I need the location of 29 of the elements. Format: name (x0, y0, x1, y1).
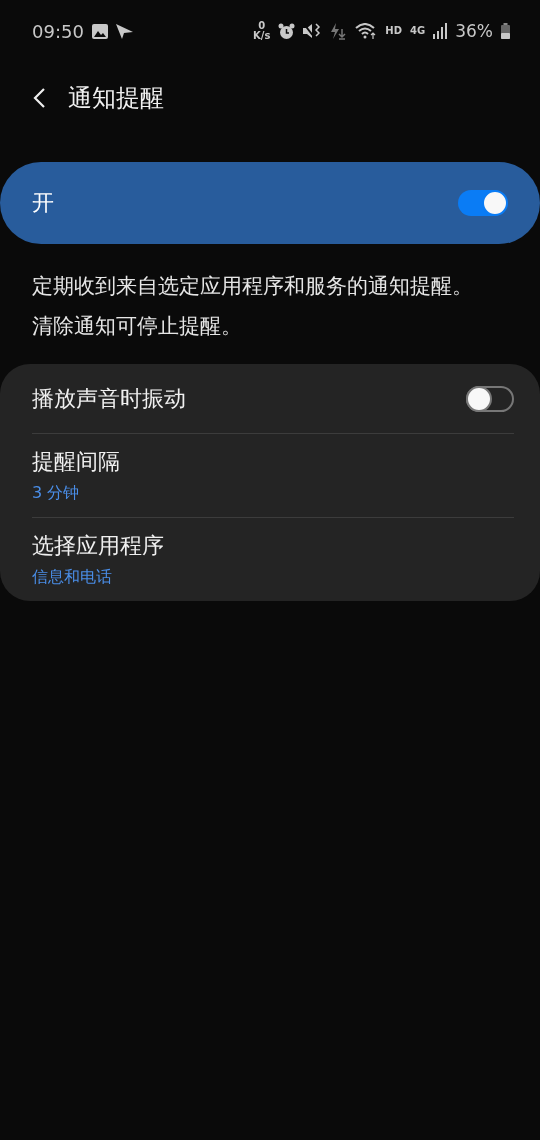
settings-row[interactable]: 提醒间隔 3 分钟 (32, 434, 514, 518)
toggle-switch[interactable] (466, 385, 514, 412)
settings-row[interactable]: 选择应用程序 信息和电话 (32, 518, 514, 601)
hd-label: HD (385, 26, 403, 36)
master-switch-bar[interactable]: 开 (0, 162, 540, 244)
setting-title: 提醒间隔 (32, 448, 120, 476)
back-icon (32, 87, 46, 109)
setting-value: 信息和电话 (32, 567, 113, 588)
page-title: 通知提醒 (68, 83, 164, 114)
signal-icon (433, 23, 448, 39)
setting-title: 选择应用程序 (32, 532, 164, 560)
speed-value: 0 (258, 21, 266, 31)
status-time: 09:50 (32, 20, 84, 42)
send-icon (115, 23, 133, 39)
speed-unit: K/s (253, 31, 271, 41)
toggle-switch[interactable] (458, 190, 506, 216)
setting-value: 3 分钟 (32, 483, 81, 504)
master-switch-label: 开 (32, 189, 54, 217)
battery-percent: 36% (455, 21, 493, 41)
setting-title: 播放声音时振动 (32, 384, 186, 413)
description-text: 定期收到来自选定应用程序和服务的通知提醒。清除通知可停止提醒。 (32, 273, 474, 340)
wifi-icon (355, 23, 378, 39)
battery-icon (501, 23, 510, 39)
charging-icon (329, 22, 348, 40)
alarm-icon (278, 22, 296, 40)
image-icon (91, 23, 108, 39)
network-label: 4G (410, 26, 426, 36)
settings-row[interactable]: 播放声音时振动 (32, 364, 514, 434)
mute-vibrate-icon (303, 23, 322, 39)
